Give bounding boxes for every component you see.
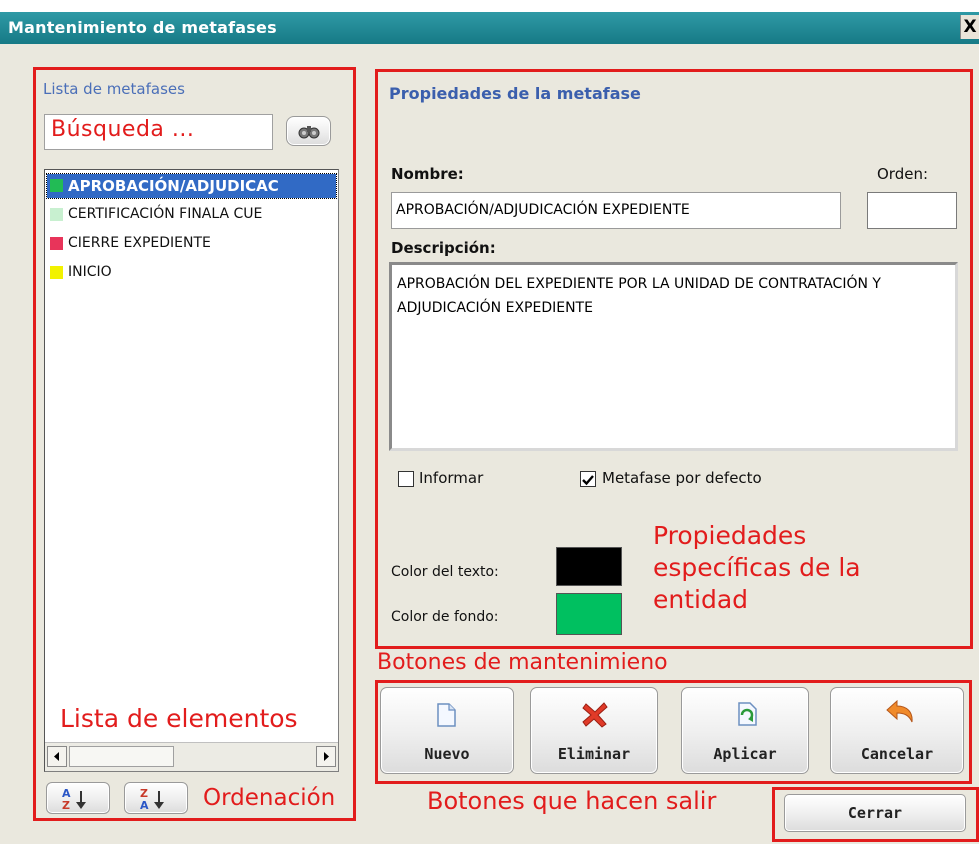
exit-annotation: Botones que hacen salir (427, 787, 717, 815)
new-button[interactable]: Nuevo (380, 687, 514, 774)
svg-text:A: A (140, 799, 149, 812)
sort-descending-button[interactable]: Z A (124, 782, 188, 814)
scroll-right-button[interactable] (316, 746, 336, 767)
undo-arrow-icon (885, 699, 915, 730)
close-icon[interactable]: X (960, 15, 979, 39)
scroll-left-button[interactable] (47, 746, 67, 767)
maintenance-window: Mantenimiento de metafases X Lista de me… (0, 0, 979, 844)
close-button-label: Cerrar (847, 804, 903, 822)
sort-ascending-icon: A Z (59, 786, 99, 816)
list-annotation: Lista de elementos (60, 704, 298, 733)
informar-label[interactable]: Informar (419, 469, 483, 487)
search-input-value: Búsqueda ... (51, 117, 195, 142)
apply-button-label: Aplicar (713, 745, 777, 763)
properties-title: Propiedades de la metafase (389, 84, 641, 103)
list-item-label: CIERRE EXPEDIENTE (68, 235, 211, 251)
sort-annotation: Ordenación (203, 785, 336, 811)
description-label: Descripción: (391, 239, 496, 257)
scroll-thumb[interactable] (69, 746, 174, 767)
description-field-value: APROBACIÓN DEL EXPEDIENTE POR LA UNIDAD … (397, 276, 881, 316)
default-check-mark-icon (581, 472, 595, 491)
binoculars-icon (297, 122, 321, 144)
delete-button[interactable]: Eliminar (530, 687, 658, 774)
delete-x-icon (581, 700, 609, 732)
list-title: Lista de metafases (43, 80, 185, 98)
text-color-swatch[interactable] (556, 547, 622, 586)
sort-ascending-button[interactable]: A Z (46, 782, 110, 814)
new-document-icon (434, 702, 458, 732)
name-field-value: APROBACIÓN/ADJUDICACIÓN EXPEDIENTE (396, 202, 690, 218)
list-item-color-swatch (50, 237, 63, 250)
apply-document-icon (734, 701, 760, 731)
order-label: Orden: (877, 165, 929, 183)
name-label: Nombre: (391, 165, 464, 183)
list-item-color-swatch (50, 179, 63, 192)
cancel-button-label: Cancelar (860, 745, 934, 763)
list-item-label: APROBACIÓN/ADJUDICAC (68, 177, 279, 195)
maintenance-annotation: Botones de mantenimieno (377, 650, 668, 675)
list-item[interactable]: CIERRE EXPEDIENTE (47, 232, 336, 256)
list-item[interactable]: CERTIFICACIÓN FINALA CUE (47, 203, 336, 227)
window-body: Lista de metafases Búsqueda ... APROBACI… (0, 44, 979, 844)
close-button[interactable]: Cerrar (784, 794, 966, 832)
list-item-label: INICIO (68, 264, 112, 280)
default-metaphase-checkbox[interactable] (580, 471, 596, 487)
background-color-label: Color de fondo: (391, 609, 499, 625)
metaphase-list[interactable]: APROBACIÓN/ADJUDICAC CERTIFICACIÓN FINALA… (44, 169, 339, 772)
metaphase-list-items: APROBACIÓN/ADJUDICAC CERTIFICACIÓN FINALA… (46, 173, 337, 290)
name-field[interactable]: APROBACIÓN/ADJUDICACIÓN EXPEDIENTE (391, 192, 841, 229)
default-metaphase-label[interactable]: Metafase por defecto (602, 469, 762, 487)
search-input[interactable]: Búsqueda ... (44, 114, 273, 150)
svg-text:Z: Z (62, 799, 70, 812)
delete-button-label: Eliminar (557, 745, 631, 763)
list-item[interactable]: APROBACIÓN/ADJUDICAC (46, 173, 337, 199)
order-field[interactable] (867, 192, 957, 229)
sort-descending-icon: Z A (137, 786, 177, 816)
list-item-color-swatch (50, 266, 63, 279)
new-button-label: Nuevo (424, 745, 470, 763)
cancel-button[interactable]: Cancelar (830, 687, 964, 774)
list-item-color-swatch (50, 208, 63, 221)
background-color-swatch[interactable] (556, 593, 622, 635)
list-item[interactable]: INICIO (47, 261, 336, 285)
apply-button[interactable]: Aplicar (681, 687, 809, 774)
text-color-label: Color del texto: (391, 564, 499, 580)
list-item-label: CERTIFICACIÓN FINALA CUE (68, 206, 263, 222)
horizontal-scrollbar[interactable] (45, 742, 338, 771)
informar-checkbox[interactable] (398, 471, 414, 487)
title-bar: Mantenimiento de metafases X (0, 12, 979, 44)
description-field[interactable]: APROBACIÓN DEL EXPEDIENTE POR LA UNIDAD … (389, 262, 958, 451)
window-title: Mantenimiento de metafases (8, 18, 277, 37)
properties-annotation: Propiedades específicas de la entidad (653, 521, 861, 614)
search-button[interactable] (286, 116, 331, 146)
